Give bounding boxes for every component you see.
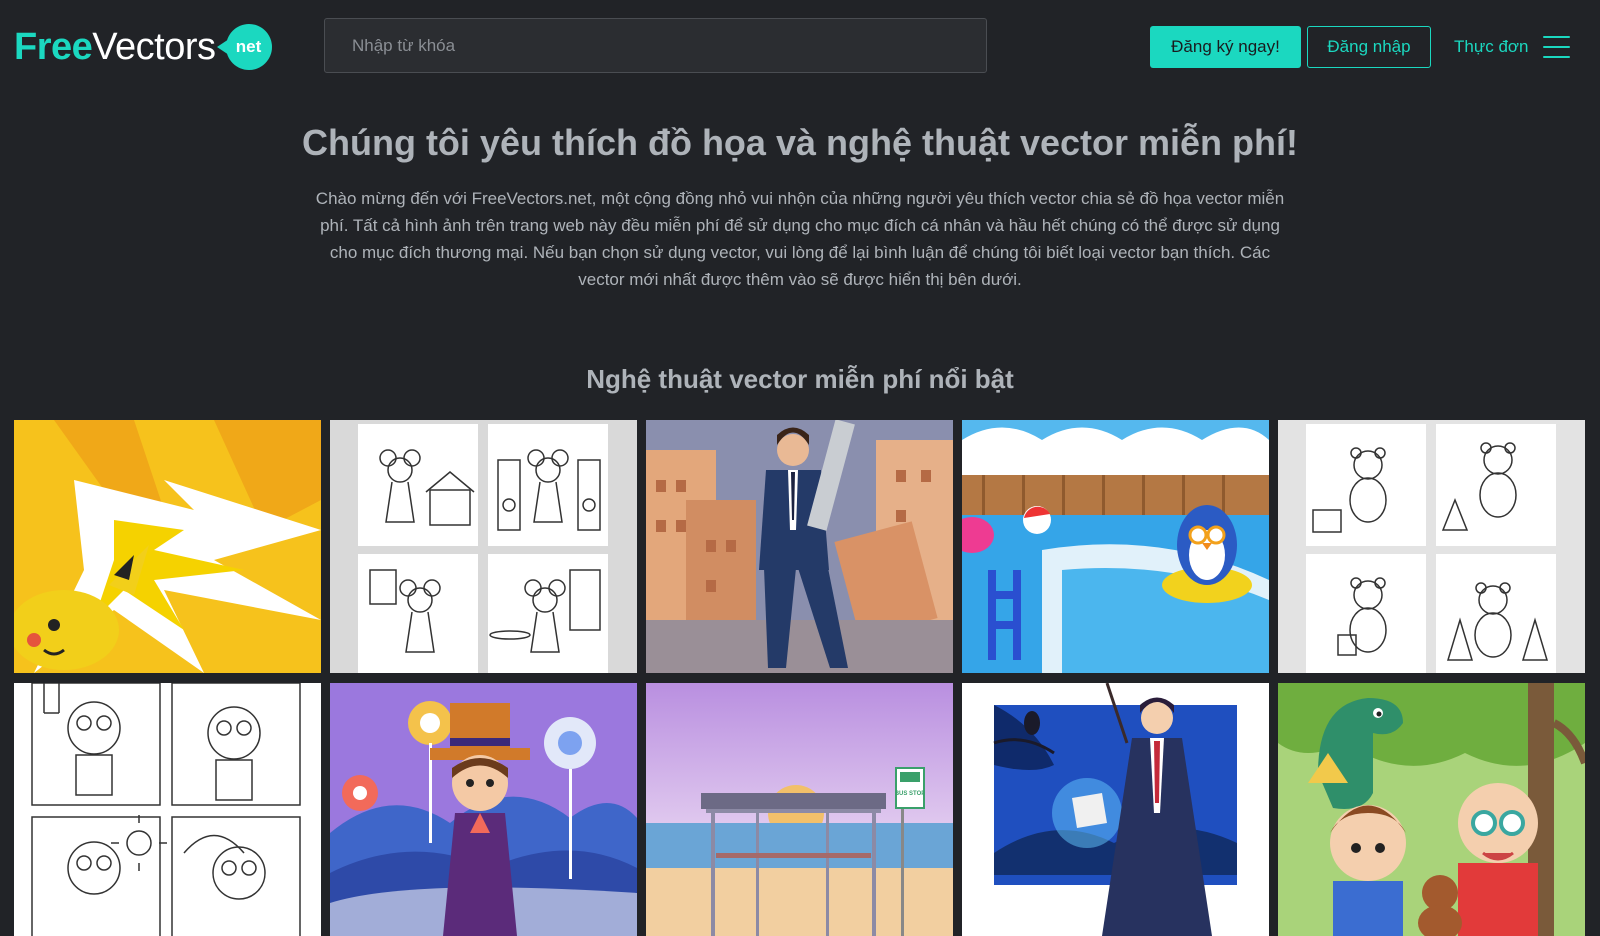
page-title: Chúng tôi yêu thích đồ họa và nghệ thuật… <box>301 122 1299 163</box>
menu-label: Thực đơn <box>1454 37 1529 56</box>
featured-vector-card[interactable] <box>962 683 1269 936</box>
logo-net-badge: net <box>216 24 272 70</box>
featured-vector-card[interactable] <box>14 683 321 936</box>
register-button[interactable]: Đăng ký ngay! <box>1150 26 1301 68</box>
vector-thumbnail-image <box>646 420 953 673</box>
logo-vectors-text: Vectors <box>92 25 216 68</box>
site-logo[interactable]: Free Vectors net <box>14 24 272 70</box>
featured-vector-card[interactable] <box>330 683 637 936</box>
vector-thumbnail-image <box>962 683 1269 936</box>
featured-vector-card[interactable] <box>1278 683 1585 936</box>
site-header: Free Vectors net Đăng ký ngay! Đăng nhập… <box>0 0 1600 92</box>
vector-thumbnail-image <box>1278 683 1585 936</box>
featured-vector-card[interactable]: BUS STOP <box>646 683 953 936</box>
vector-thumbnail-image <box>1278 420 1585 673</box>
featured-vector-card[interactable] <box>646 420 953 673</box>
vector-thumbnail-image: BUS STOP <box>646 683 953 936</box>
login-button[interactable]: Đăng nhập <box>1307 26 1431 68</box>
search-input[interactable] <box>324 18 987 73</box>
logo-free-text: Free <box>14 25 93 68</box>
hamburger-icon <box>1542 36 1570 58</box>
featured-vector-card[interactable] <box>330 420 637 673</box>
vector-thumbnail-image <box>14 683 321 936</box>
menu-toggle[interactable]: Thực đơn <box>1454 33 1570 61</box>
vector-thumbnail-image <box>330 420 637 673</box>
featured-section-title: Nghệ thuật vector miễn phí nổi bật <box>586 364 1014 394</box>
featured-vector-card[interactable] <box>1278 420 1585 673</box>
featured-vector-card[interactable] <box>962 420 1269 673</box>
vector-thumbnail-image <box>962 420 1269 673</box>
featured-vector-card[interactable] <box>14 420 321 673</box>
bus-stop-sign-text: BUS STOP <box>895 791 926 797</box>
vector-thumbnail-image <box>330 683 637 936</box>
vector-thumbnail-image <box>14 420 321 673</box>
intro-paragraph: Chào mừng đến với FreeVectors.net, một c… <box>315 189 1285 289</box>
